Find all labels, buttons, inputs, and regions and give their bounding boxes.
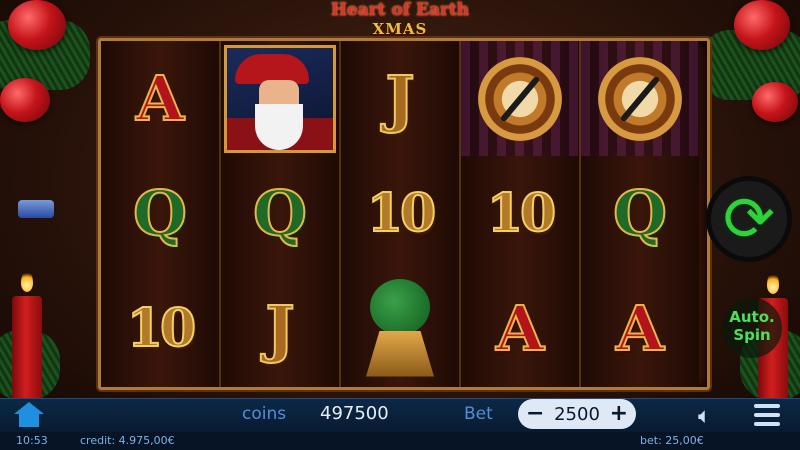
- coins-label: coins: [242, 404, 287, 424]
- bottom-bar: [0, 398, 800, 433]
- reel-frame: A Q 10 Q J J 10 10 A Q A: [98, 38, 710, 390]
- refresh-icon: ⟳: [723, 182, 775, 255]
- coins-value: 497500: [320, 403, 389, 424]
- home-icon[interactable]: [14, 402, 44, 428]
- reel-5: Q A: [581, 41, 699, 387]
- bet-value: 2500: [554, 403, 600, 425]
- symbol-cell: [461, 41, 579, 156]
- clock-time: 10:53: [16, 434, 48, 447]
- symbol-cell: A: [581, 271, 699, 386]
- symbol-10: 10: [126, 297, 197, 359]
- bet-text: bet: 25,00€: [640, 434, 704, 447]
- symbol-a: A: [615, 291, 665, 365]
- candle-decoration: [12, 296, 42, 398]
- reel-1: A Q 10: [101, 41, 221, 387]
- symbol-cell: 10: [341, 156, 459, 271]
- menu-icon[interactable]: [754, 404, 780, 426]
- ornament-decoration: [8, 0, 66, 50]
- auto-spin-label: Auto.: [729, 308, 775, 326]
- reel-2: Q J: [221, 41, 341, 387]
- symbol-j: J: [264, 291, 295, 365]
- symbol-a: A: [495, 291, 545, 365]
- symbol-q: Q: [132, 176, 188, 250]
- bet-increase-button[interactable]: +: [610, 403, 628, 425]
- symbol-10: 10: [486, 182, 557, 244]
- flame-icon: [21, 270, 33, 292]
- symbol-10: 10: [366, 182, 437, 244]
- symbol-j: J: [384, 61, 415, 135]
- ornament-decoration: [752, 82, 798, 122]
- spin-button[interactable]: ⟳: [706, 176, 792, 262]
- symbol-cell: [221, 41, 339, 156]
- pocket-watch-symbol: [478, 56, 562, 141]
- symbol-a: A: [135, 61, 185, 135]
- flame-icon: [767, 272, 779, 294]
- reel-4: 10 A: [461, 41, 581, 387]
- game-title: Heart of Earth: [330, 0, 470, 20]
- symbol-cell: 10: [101, 271, 219, 386]
- bet-label: Bet: [464, 404, 493, 424]
- symbol-cell: [581, 41, 699, 156]
- symbol-q: Q: [612, 176, 668, 250]
- status-bar: 10:53 credit: 4.975,00€ bet: 25,00€: [0, 432, 800, 450]
- symbol-cell: Q: [581, 156, 699, 271]
- symbol-cell: Q: [221, 156, 339, 271]
- symbol-cell: Q: [101, 156, 219, 271]
- auto-spin-button[interactable]: Auto. Spin: [722, 298, 782, 358]
- game-logo: Heart of Earth XMAS: [300, 0, 500, 42]
- symbol-cell: J: [221, 271, 339, 386]
- symbol-cell: A: [461, 271, 579, 386]
- auto-spin-label: Spin: [733, 326, 771, 344]
- tree-of-life-symbol: [360, 278, 440, 379]
- ornament-decoration: [0, 78, 50, 122]
- reel-3: J 10: [341, 41, 461, 387]
- game-subtitle: XMAS: [372, 20, 428, 38]
- symbol-cell: [341, 271, 459, 386]
- pocket-watch-symbol: [598, 56, 682, 141]
- side-lever-icon: [18, 200, 54, 218]
- sound-icon[interactable]: 🔈︎: [698, 404, 711, 429]
- symbol-cell: J: [341, 41, 459, 156]
- bet-stepper: − 2500 +: [518, 399, 636, 429]
- symbol-q: Q: [252, 176, 308, 250]
- ornament-decoration: [734, 0, 790, 50]
- credit-text: credit: 4.975,00€: [80, 434, 175, 447]
- bet-decrease-button[interactable]: −: [526, 403, 544, 425]
- symbol-cell: A: [101, 41, 219, 156]
- santa-symbol: [224, 44, 336, 153]
- symbol-cell: 10: [461, 156, 579, 271]
